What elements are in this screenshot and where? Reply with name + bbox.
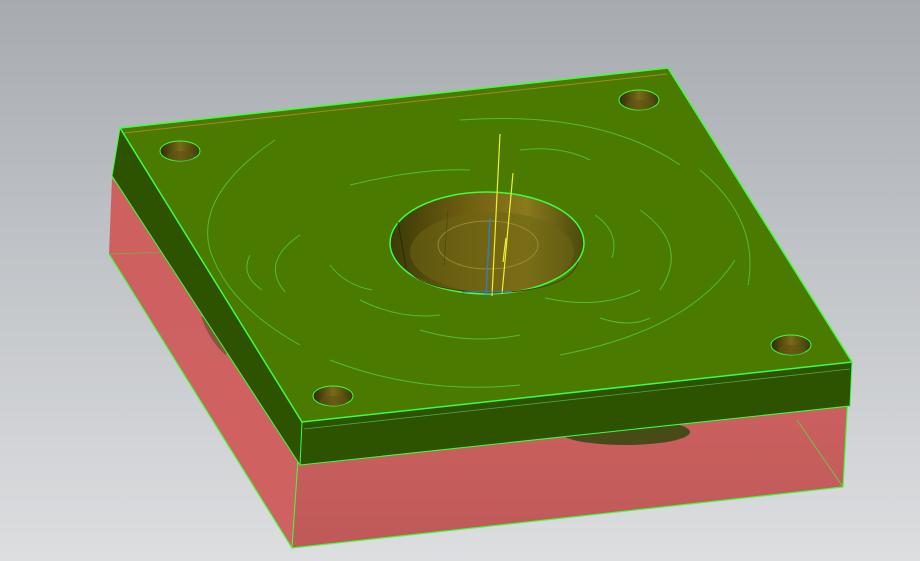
hole-floor (167, 151, 195, 161)
mounting-hole-back-right[interactable] (618, 89, 660, 111)
mounting-hole-front-right[interactable] (770, 334, 812, 356)
hole-floor (778, 345, 806, 355)
cad-3d-viewport[interactable] (0, 0, 920, 561)
center-bore-inner-shadow (410, 212, 574, 292)
mounting-hole-front-left[interactable] (312, 385, 354, 407)
mounting-hole-back-left[interactable] (159, 140, 201, 162)
model-scene[interactable] (0, 0, 920, 561)
hole-floor (626, 100, 654, 110)
hole-floor (320, 396, 348, 406)
